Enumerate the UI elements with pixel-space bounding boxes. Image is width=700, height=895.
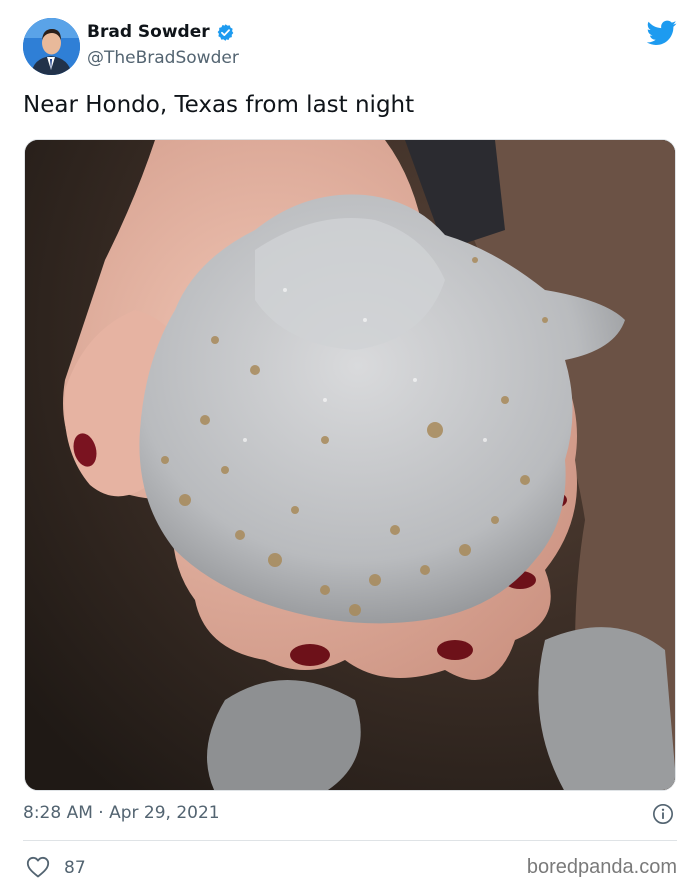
info-icon[interactable] <box>652 803 674 825</box>
tweet-footer: 87 boredpanda.com <box>23 853 677 883</box>
tweet-header: Brad Sowder @TheBradSowder <box>23 18 677 78</box>
divider <box>23 840 677 841</box>
tweet-meta: 8:28 AM · Apr 29, 2021 <box>23 803 677 829</box>
tweet-card: Brad Sowder @TheBradSowder Near Hondo, T… <box>0 0 700 895</box>
tweet-text: Near Hondo, Texas from last night <box>23 92 415 118</box>
heart-icon[interactable] <box>26 856 50 878</box>
handle[interactable]: @TheBradSowder <box>87 48 239 68</box>
like-count: 87 <box>64 858 86 878</box>
display-name[interactable]: Brad Sowder <box>87 22 210 42</box>
timestamp[interactable]: 8:28 AM · Apr 29, 2021 <box>23 803 220 823</box>
verified-badge-icon <box>216 23 235 42</box>
tweet-photo[interactable] <box>24 139 676 791</box>
avatar[interactable] <box>23 18 80 75</box>
twitter-bird-icon[interactable] <box>647 20 677 46</box>
name-row: Brad Sowder <box>87 22 235 42</box>
watermark: boredpanda.com <box>526 856 677 878</box>
